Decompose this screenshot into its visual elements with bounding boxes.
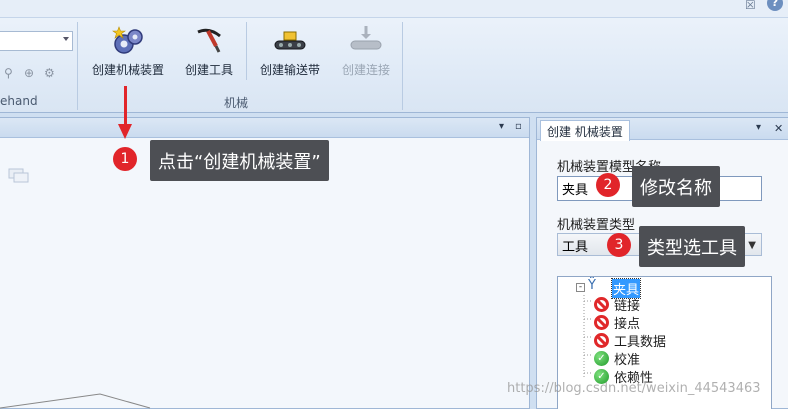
maximize-icon[interactable]: ▫ — [515, 121, 522, 132]
ribbon-divider — [0, 17, 788, 18]
create-tool-button[interactable]: 创建工具 — [178, 24, 240, 84]
panel-dropdown-icon[interactable]: ▾ — [756, 122, 761, 133]
callout-step-3: 类型选工具 — [639, 226, 745, 267]
floor-grid-edge — [0, 393, 151, 409]
mechanism-type-label: 机械装置类型 — [557, 218, 636, 233]
collapse-icon[interactable]: - — [576, 283, 585, 292]
error-icon — [594, 315, 609, 330]
create-connection-button[interactable]: 创建连接 — [334, 24, 398, 84]
tree-item-label: 链接 — [614, 299, 641, 314]
group-separator — [246, 22, 247, 80]
freehand-combo[interactable] — [0, 31, 73, 51]
conveyor-icon — [274, 31, 306, 50]
mechanism-type-value: 工具 — [562, 240, 589, 255]
view-cube-icon[interactable] — [8, 168, 30, 184]
wrench-icon: Ÿ — [588, 278, 596, 293]
error-icon — [594, 297, 609, 312]
tab-create-mechanism[interactable]: 创建 机械装置 — [540, 120, 630, 141]
create-tool-label: 创建工具 — [184, 63, 233, 77]
step-badge-1: 1 — [113, 147, 137, 171]
jog-reorient-icon[interactable]: ⚙ — [44, 66, 55, 80]
jog-joint-icon[interactable]: ⚲ — [4, 66, 13, 80]
tree-item-label: 校准 — [614, 353, 641, 368]
freehand-group-label: ehand — [0, 94, 38, 108]
tree-item-tooldata[interactable]: 工具数据 — [594, 331, 744, 350]
pin-icon[interactable]: ▾ — [499, 121, 504, 132]
ribbon: ☒ ? ⚲ ⊕ ⚙ ehand 创建机械装置 创建工具 创建输送带 创建连接 机… — [0, 0, 788, 113]
connect-icon — [350, 26, 382, 50]
create-mechanism-button[interactable]: 创建机械装置 — [82, 24, 174, 84]
tree-item-label: 工具数据 — [614, 335, 667, 350]
ok-check-icon: ✓ — [594, 351, 609, 366]
chevron-down-icon — [63, 37, 69, 41]
tree-item-links[interactable]: 链接 — [594, 295, 744, 314]
tree-item-calibration[interactable]: ✓ 校准 — [594, 349, 744, 368]
minimize-ribbon-icon[interactable]: ☒ — [745, 0, 756, 12]
ribbon-top-strip — [0, 0, 788, 17]
group-separator — [402, 22, 403, 110]
watermark: https://blog.csdn.net/weixin_44543463 — [507, 381, 761, 396]
mechanism-group-label: 机械 — [224, 96, 249, 110]
create-mechanism-label: 创建机械装置 — [91, 63, 164, 77]
viewport-header: ▾ ▫ — [0, 118, 529, 138]
create-conveyor-label: 创建输送带 — [259, 63, 320, 77]
jog-linear-icon[interactable]: ⊕ — [24, 66, 34, 80]
error-icon — [594, 333, 609, 348]
tree-item-label: 接点 — [614, 317, 641, 332]
annotation-arrow-head — [118, 124, 132, 139]
close-icon[interactable]: ✕ — [774, 122, 783, 135]
callout-step-2: 修改名称 — [632, 166, 720, 207]
step-badge-2: 2 — [596, 173, 620, 197]
step-badge-3: 3 — [607, 233, 631, 257]
tree-item-joints[interactable]: 接点 — [594, 313, 744, 332]
tool-icon — [197, 28, 221, 53]
chevron-down-icon: ▼ — [748, 240, 756, 251]
gears-icon — [112, 26, 143, 54]
create-conveyor-button[interactable]: 创建输送带 — [252, 24, 328, 84]
create-connection-label: 创建连接 — [341, 63, 390, 77]
callout-step-1: 点击“创建机械装置” — [150, 140, 329, 181]
group-separator — [77, 22, 78, 110]
panel-header: 创建 机械装置 ▾ ✕ — [537, 118, 788, 141]
annotation-arrow — [124, 86, 127, 126]
